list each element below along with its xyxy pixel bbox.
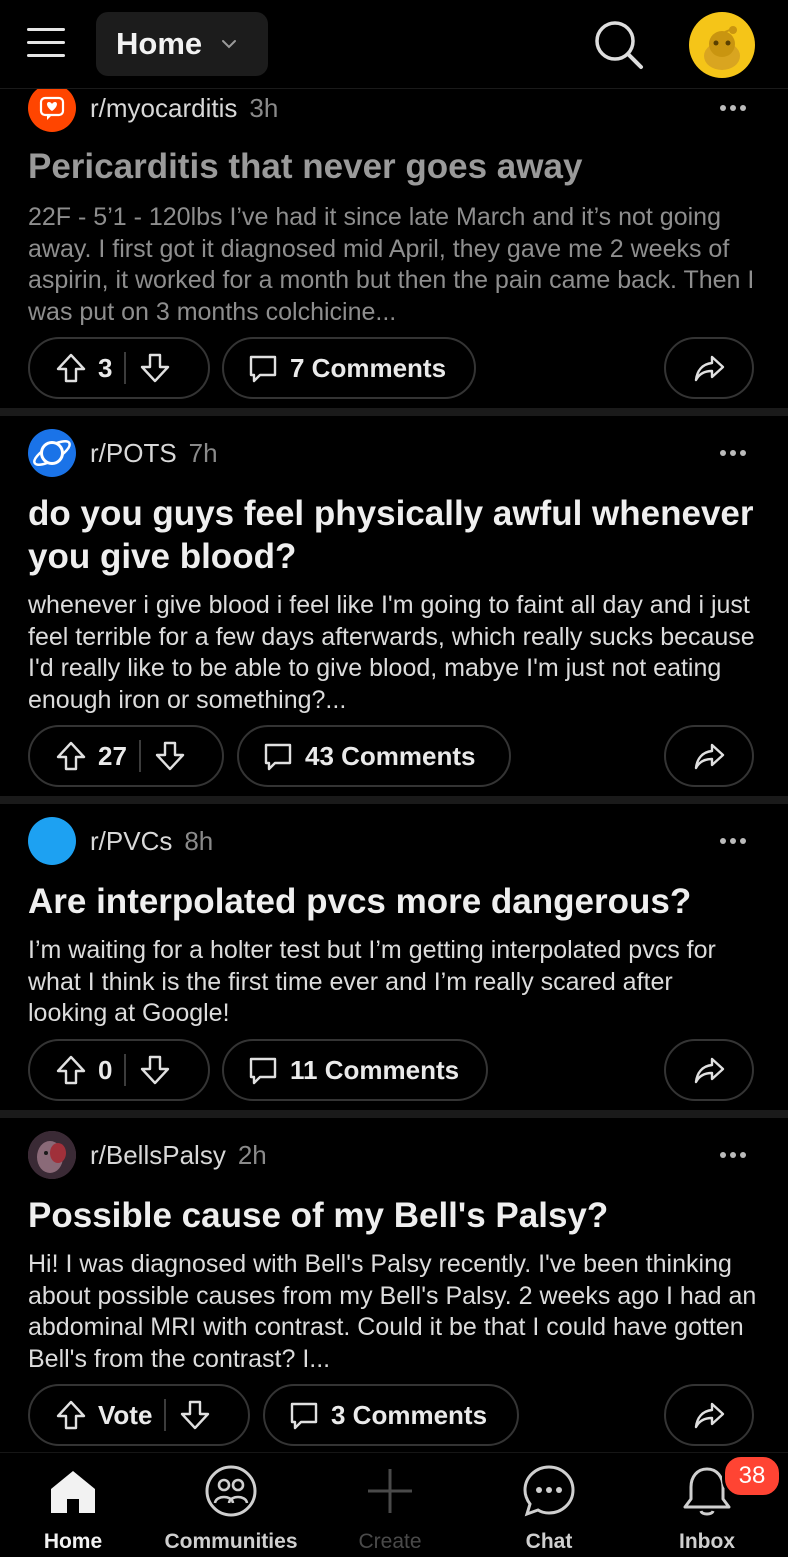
post-title[interactable]: Are interpolated pvcs more dangerous? (28, 880, 758, 923)
nav-home-label: Home (43, 1530, 103, 1553)
nav-home[interactable]: Home (0, 1453, 148, 1554)
upvote-icon[interactable] (54, 351, 88, 385)
downvote-icon[interactable] (138, 351, 172, 385)
vote-count: 0 (98, 1054, 113, 1085)
nav-communities-label: Communities (164, 1530, 298, 1553)
post-title[interactable]: do you guys feel physically awful whenev… (28, 492, 758, 578)
post-time: 2h (237, 1139, 267, 1170)
chat-bubble-icon (523, 1465, 575, 1517)
share-button[interactable] (664, 1384, 754, 1446)
nav-create[interactable]: Create (315, 1453, 465, 1554)
comment-count: 7 Comments (290, 352, 447, 383)
post-title[interactable]: Pericarditis that never goes away (28, 145, 758, 188)
nav-chat-label: Chat (525, 1530, 573, 1553)
nav-communities[interactable]: Communities (156, 1453, 306, 1554)
comments-button[interactable]: 3 Comments (263, 1384, 519, 1446)
post-time: 8h (184, 825, 214, 856)
feed-selector-label: Home (116, 26, 203, 61)
nav-create-label: Create (358, 1530, 422, 1553)
subreddit-icon[interactable] (28, 1131, 76, 1179)
comment-count: 3 Comments (331, 1399, 488, 1430)
vote-control: 27 (28, 725, 224, 787)
post-card[interactable]: r/PVCs 8h Are interpolated pvcs more dan… (0, 804, 788, 1110)
share-icon (694, 743, 725, 770)
vote-count: 27 (98, 740, 127, 771)
bottom-navigation: Home Communities Create Chat Inbox (0, 1452, 788, 1557)
post-divider (0, 1110, 788, 1118)
post-body[interactable]: Hi! I was diagnosed with Bell's Palsy re… (28, 1249, 758, 1375)
post-body[interactable]: 22F - 5’1 - 120lbs I’ve had it since lat… (28, 202, 758, 328)
chevron-down-icon (222, 40, 237, 49)
post-card[interactable]: r/POTS 7h do you guys feel physically aw… (0, 416, 788, 796)
comment-count: 11 Comments (290, 1054, 460, 1085)
upvote-icon[interactable] (54, 739, 88, 773)
user-avatar-icon[interactable] (689, 12, 755, 78)
share-button[interactable] (664, 725, 754, 787)
upvote-icon[interactable] (54, 1053, 88, 1087)
downvote-icon[interactable] (153, 739, 187, 773)
comments-button[interactable]: 11 Comments (222, 1039, 488, 1101)
post-subreddit-row: r/myocarditis 3h (28, 84, 278, 132)
subreddit-icon[interactable] (28, 429, 76, 477)
comments-button[interactable]: 43 Comments (237, 725, 511, 787)
subreddit-icon[interactable] (28, 84, 76, 132)
inbox-badge: 38 (722, 1454, 782, 1498)
subreddit-name[interactable]: r/POTS (90, 438, 177, 469)
post-card[interactable]: r/BellsPalsy 2h Possible cause of my Bel… (0, 1118, 788, 1452)
more-options-icon[interactable] (718, 836, 748, 846)
subreddit-name[interactable]: r/PVCs (90, 826, 172, 857)
post-subreddit-row: r/BellsPalsy 2h (28, 1131, 267, 1179)
subreddit-name[interactable]: r/BellsPalsy (90, 1140, 226, 1171)
hamburger-menu-icon[interactable] (27, 28, 65, 60)
vote-control: Vote (28, 1384, 250, 1446)
downvote-icon[interactable] (178, 1398, 212, 1432)
share-icon (694, 1057, 725, 1084)
nav-chat[interactable]: Chat (474, 1453, 624, 1554)
share-button[interactable] (664, 1039, 754, 1101)
nav-inbox-label: Inbox (679, 1530, 735, 1553)
comment-bubble-icon (290, 1402, 318, 1430)
post-subreddit-row: r/POTS 7h (28, 429, 218, 477)
comment-bubble-icon (249, 1057, 277, 1085)
comment-bubble-icon (264, 743, 292, 771)
comment-count: 43 Comments (305, 740, 476, 771)
post-divider (0, 408, 788, 416)
vote-control: 0 (28, 1039, 210, 1101)
plus-icon (368, 1469, 412, 1513)
more-options-icon[interactable] (718, 103, 748, 113)
post-time: 3h (249, 92, 279, 123)
upvote-icon[interactable] (54, 1398, 88, 1432)
vote-control: 3 (28, 337, 210, 399)
search-icon[interactable] (592, 18, 644, 70)
downvote-icon[interactable] (138, 1053, 172, 1087)
post-body[interactable]: whenever i give blood i feel like I'm go… (28, 590, 758, 716)
vote-count: Vote (98, 1399, 153, 1430)
comments-button[interactable]: 7 Comments (222, 337, 476, 399)
home-icon (51, 1471, 95, 1513)
post-subreddit-row: r/PVCs 8h (28, 817, 213, 865)
more-options-icon[interactable] (718, 1150, 748, 1160)
more-options-icon[interactable] (718, 448, 748, 458)
vote-count: 3 (98, 352, 113, 383)
post-body[interactable]: I’m waiting for a holter test but I’m ge… (28, 935, 758, 1030)
top-bar: Home (0, 0, 788, 89)
post-divider (0, 796, 788, 804)
comment-bubble-icon (249, 355, 277, 383)
subreddit-name[interactable]: r/myocarditis (90, 93, 237, 124)
share-icon (694, 355, 725, 382)
subreddit-icon[interactable] (28, 817, 76, 865)
share-button[interactable] (664, 337, 754, 399)
feed-selector-button[interactable]: Home (96, 12, 268, 76)
communities-icon (205, 1465, 257, 1517)
post-title[interactable]: Possible cause of my Bell's Palsy? (28, 1194, 758, 1237)
post-time: 7h (188, 437, 218, 468)
share-icon (694, 1402, 725, 1429)
